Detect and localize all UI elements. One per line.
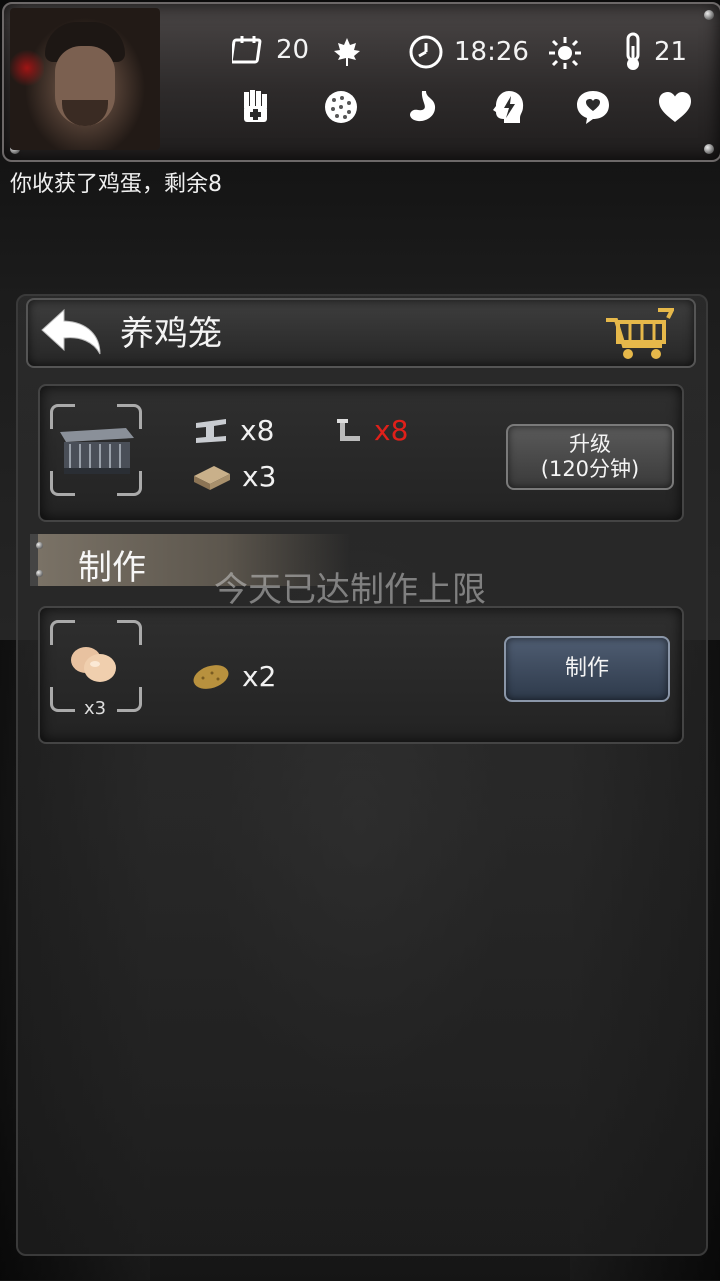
requirement-wood-plank: x3 (192, 460, 276, 493)
day-counter: 20 (232, 34, 309, 66)
steel-beam-icon (196, 418, 226, 443)
craft-button[interactable]: 制作 (504, 636, 670, 702)
temperature-display: 21 (622, 32, 687, 72)
sickness-icon[interactable] (322, 88, 360, 126)
rivet (704, 144, 714, 154)
calendar-icon (232, 36, 262, 64)
character-portrait[interactable] (10, 8, 160, 150)
clock-icon (409, 35, 443, 69)
pipe-icon (337, 418, 360, 441)
thermometer-icon (626, 32, 640, 70)
craft-section-label: 制作 (78, 548, 146, 588)
coop-item-slot[interactable] (50, 404, 142, 496)
bandage-hand-icon[interactable] (238, 88, 276, 126)
eggs-icon (71, 647, 116, 682)
upgrade-button[interactable]: 升级 (120分钟) (506, 424, 674, 490)
temperature-value: 21 (654, 37, 688, 67)
requirement-pipe: x8 (334, 414, 408, 447)
daily-limit-notice: 今天已达制作上限 (214, 570, 486, 610)
potato-icon (193, 664, 229, 689)
energy-head-icon[interactable] (490, 88, 528, 126)
back-arrow-icon[interactable] (38, 306, 108, 358)
heart-icon[interactable] (656, 88, 694, 126)
rivet (704, 10, 714, 20)
time-value: 18:26 (454, 37, 529, 67)
shopping-cart-icon[interactable] (602, 306, 676, 362)
product-quantity: x3 (84, 698, 107, 719)
wood-plank-icon (194, 465, 230, 490)
stomach-icon[interactable] (404, 88, 442, 126)
requirement-steel-beam: x8 (192, 414, 274, 447)
maple-leaf-icon (332, 36, 362, 72)
sun-icon (548, 36, 582, 74)
harvest-message: 你收获了鸡蛋，剩余8 (10, 172, 222, 197)
time-display: 18:26 (408, 34, 529, 70)
chicken-coop-icon (60, 428, 134, 474)
mood-icon[interactable] (574, 88, 612, 126)
ingredient-potato: x2 (190, 660, 276, 693)
panel-title: 养鸡笼 (120, 314, 222, 354)
day-value: 20 (276, 35, 310, 65)
